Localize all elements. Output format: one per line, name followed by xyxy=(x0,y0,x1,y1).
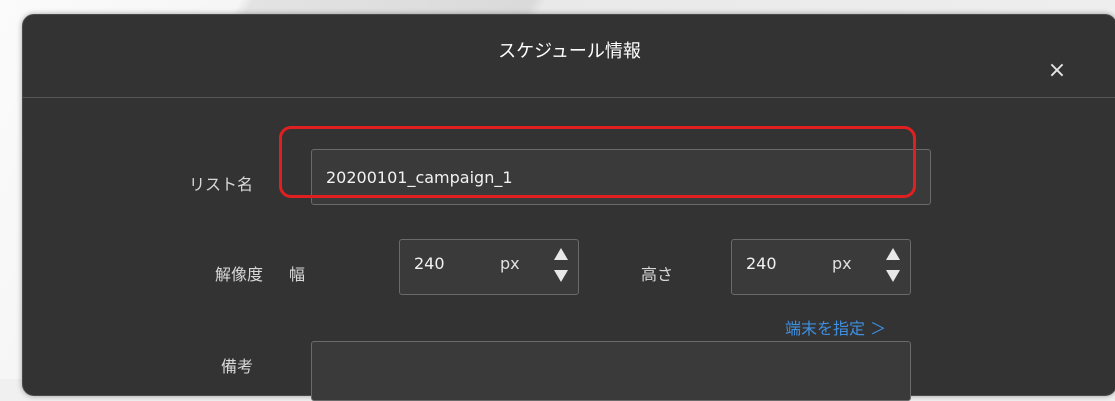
dialog-title: スケジュール情報 xyxy=(498,41,641,62)
height-stepper[interactable]: 240 px xyxy=(731,239,911,295)
spin-down-icon[interactable] xyxy=(554,270,568,282)
spin-up-icon[interactable] xyxy=(886,248,900,260)
spin-up-icon[interactable] xyxy=(554,248,568,260)
resolution-label: 解像度 xyxy=(214,265,263,284)
device-select-link[interactable]: 端末を指定 ＞ xyxy=(785,315,886,339)
list-name-field[interactable] xyxy=(311,149,931,205)
close-icon[interactable]: × xyxy=(1045,59,1069,83)
width-value[interactable]: 240 xyxy=(414,254,445,273)
notes-label: 備考 xyxy=(220,357,253,376)
height-unit: px xyxy=(832,254,852,273)
spin-down-icon[interactable] xyxy=(886,270,900,282)
width-stepper[interactable]: 240 px xyxy=(399,239,579,295)
width-unit: px xyxy=(500,254,520,273)
notes-input[interactable] xyxy=(312,342,910,400)
width-spinner[interactable] xyxy=(554,244,570,288)
schedule-info-dialog: スケジュール情報 × リスト名 解像度 幅 240 px 高さ 240 px 端… xyxy=(22,14,1115,401)
height-label: 高さ xyxy=(641,265,674,284)
dialog-header: スケジュール情報 × xyxy=(23,15,1115,98)
list-name-input[interactable] xyxy=(312,150,930,204)
list-name-label: リスト名 xyxy=(188,175,253,194)
height-spinner[interactable] xyxy=(886,244,902,288)
notes-field[interactable] xyxy=(311,341,911,401)
width-label: 幅 xyxy=(289,265,306,284)
height-value[interactable]: 240 xyxy=(746,254,777,273)
